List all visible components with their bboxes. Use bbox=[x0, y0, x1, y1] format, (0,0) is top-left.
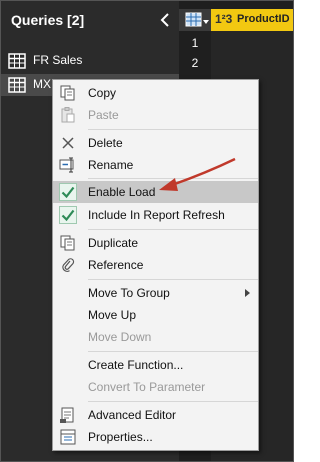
power-query-window: Queries [2] FR Sales MX 1²3 ProductID 1 … bbox=[0, 0, 294, 462]
annotation-arrow bbox=[159, 157, 236, 191]
